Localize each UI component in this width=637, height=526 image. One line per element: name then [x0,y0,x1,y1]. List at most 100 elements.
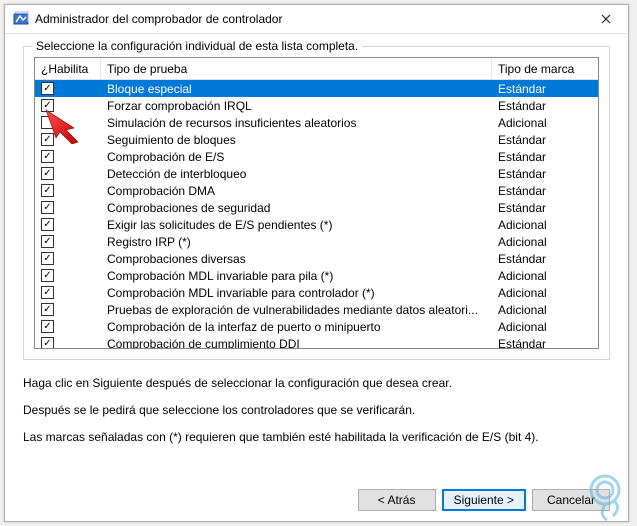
row-mark-type: Adicional [492,116,598,130]
row-checkbox-cell: ✓ [35,184,101,197]
row-test-name: Detección de interbloqueo [101,167,492,181]
table-row[interactable]: ✓ Comprobaciones diversasEstándar [35,250,598,267]
row-checkbox-cell: ✓ [35,320,101,333]
row-mark-type: Estándar [492,150,598,164]
listview-header: ¿Habilita Tipo de prueba Tipo de marca [35,58,598,80]
column-mark-type[interactable]: Tipo de marca [492,58,598,79]
table-row[interactable]: ✓ Comprobaciones de seguridadEstándar [35,199,598,216]
table-row[interactable]: ✓ Comprobación de cumplimiento DDIEstánda… [35,335,598,349]
column-test-type[interactable]: Tipo de prueba [101,58,492,79]
checkbox[interactable]: ✓ [41,286,54,299]
row-test-name: Comprobación de la interfaz de puerto o … [101,320,492,334]
checkbox[interactable]: ✓ [41,320,54,333]
back-button[interactable]: < Atrás [358,489,436,511]
checkbox[interactable]: ✓ [41,184,54,197]
app-icon [13,11,29,27]
row-checkbox-cell: ✓ [35,201,101,214]
row-checkbox-cell [35,116,101,129]
row-mark-type: Estándar [492,201,598,215]
checkbox[interactable]: ✓ [41,201,54,214]
table-row[interactable]: ✓ Comprobación MDL invariable para pila (… [35,267,598,284]
checkbox[interactable]: ✓ [41,133,54,146]
row-test-name: Comprobaciones de seguridad [101,201,492,215]
row-test-name: Seguimiento de bloques [101,133,492,147]
row-test-name: Bloque especial [101,82,492,96]
dialog-window: Administrador del comprobador de control… [4,4,629,522]
table-row[interactable]: ✓ Pruebas de exploración de vulnerabilida… [35,301,598,318]
row-test-name: Forzar comprobación IRQL [101,99,492,113]
row-mark-type: Adicional [492,235,598,249]
row-checkbox-cell: ✓ [35,269,101,282]
close-button[interactable] [584,5,628,34]
row-test-name: Comprobación DMA [101,184,492,198]
table-row[interactable]: ✓ Exigir las solicitudes de E/S pendiente… [35,216,598,233]
row-mark-type: Adicional [492,303,598,317]
row-test-name: Comprobación MDL invariable para pila (*… [101,269,492,283]
row-test-name: Comprobación MDL invariable para control… [101,286,492,300]
row-mark-type: Adicional [492,218,598,232]
row-mark-type: Estándar [492,99,598,113]
checkbox[interactable]: ✓ [41,235,54,248]
row-mark-type: Adicional [492,320,598,334]
row-mark-type: Estándar [492,252,598,266]
button-row: < Atrás Siguiente > Cancelar [23,481,610,511]
row-mark-type: Adicional [492,286,598,300]
table-row[interactable]: ✓ Detección de interbloqueoEstándar [35,165,598,182]
cancel-button[interactable]: Cancelar [532,489,610,511]
settings-listview[interactable]: ¿Habilita Tipo de prueba Tipo de marca ✓… [34,57,599,349]
row-checkbox-cell: ✓ [35,235,101,248]
titlebar: Administrador del comprobador de control… [5,5,628,34]
checkbox[interactable]: ✓ [41,99,54,112]
row-mark-type: Estándar [492,337,598,350]
row-test-name: Comprobación de cumplimiento DDI [101,337,492,350]
table-row[interactable]: Simulación de recursos insuficientes ale… [35,114,598,131]
row-mark-type: Estándar [492,82,598,96]
table-row[interactable]: ✓ Bloque especialEstándar [35,80,598,97]
row-test-name: Comprobaciones diversas [101,252,492,266]
table-row[interactable]: ✓ Registro IRP (*)Adicional [35,233,598,250]
row-checkbox-cell: ✓ [35,133,101,146]
row-checkbox-cell: ✓ [35,252,101,265]
checkbox[interactable]: ✓ [41,303,54,316]
checkbox[interactable]: ✓ [41,218,54,231]
row-mark-type: Estándar [492,184,598,198]
row-checkbox-cell: ✓ [35,303,101,316]
row-checkbox-cell: ✓ [35,218,101,231]
checkbox[interactable] [41,116,54,129]
row-checkbox-cell: ✓ [35,286,101,299]
table-row[interactable]: ✓ Seguimiento de bloquesEstándar [35,131,598,148]
content-area: Seleccione la configuración individual d… [5,34,628,521]
instruction-line: Después se le pedirá que seleccione los … [23,399,610,422]
checkbox[interactable]: ✓ [41,252,54,265]
row-test-name: Exigir las solicitudes de E/S pendientes… [101,218,492,232]
row-test-name: Pruebas de exploración de vulnerabilidad… [101,303,492,317]
table-row[interactable]: ✓ Comprobación MDL invariable para contro… [35,284,598,301]
row-checkbox-cell: ✓ [35,99,101,112]
row-test-name: Comprobación de E/S [101,150,492,164]
row-checkbox-cell: ✓ [35,167,101,180]
table-row[interactable]: ✓ Comprobación DMAEstándar [35,182,598,199]
next-button[interactable]: Siguiente > [442,489,526,511]
row-mark-type: Estándar [492,167,598,181]
instruction-line: Las marcas señaladas con (*) requieren q… [23,426,610,449]
checkbox[interactable]: ✓ [41,269,54,282]
row-test-name: Registro IRP (*) [101,235,492,249]
row-mark-type: Adicional [492,269,598,283]
column-enable[interactable]: ¿Habilita [35,58,101,79]
row-checkbox-cell: ✓ [35,337,101,349]
checkbox[interactable]: ✓ [41,337,54,349]
settings-group: Seleccione la configuración individual d… [23,46,610,360]
row-mark-type: Estándar [492,133,598,147]
row-checkbox-cell: ✓ [35,82,101,95]
row-test-name: Simulación de recursos insuficientes ale… [101,116,492,130]
instructions: Haga clic en Siguiente después de selecc… [23,372,610,452]
table-row[interactable]: ✓ Forzar comprobación IRQLEstándar [35,97,598,114]
row-checkbox-cell: ✓ [35,150,101,163]
table-row[interactable]: ✓ Comprobación de la interfaz de puerto o… [35,318,598,335]
checkbox[interactable]: ✓ [41,82,54,95]
checkbox[interactable]: ✓ [41,167,54,180]
instruction-line: Haga clic en Siguiente después de selecc… [23,372,610,395]
group-caption: Seleccione la configuración individual d… [32,39,362,53]
table-row[interactable]: ✓ Comprobación de E/SEstándar [35,148,598,165]
checkbox[interactable]: ✓ [41,150,54,163]
